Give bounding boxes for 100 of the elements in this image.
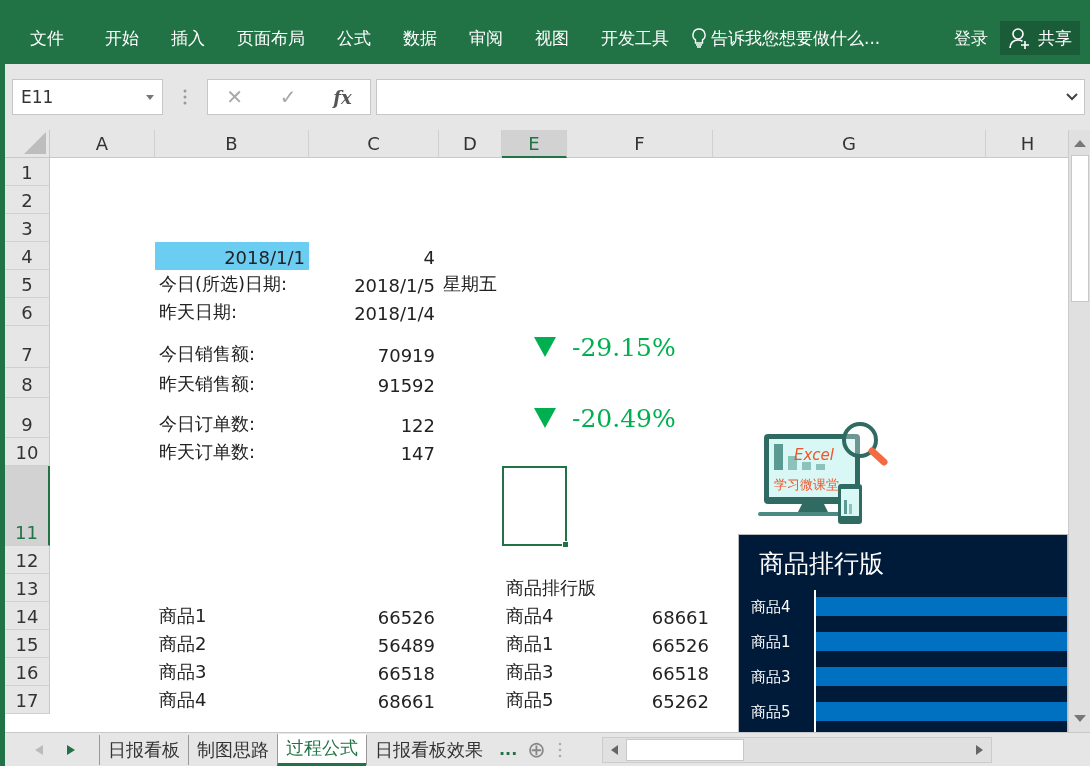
ribbon-tab[interactable]: 开发工具 (585, 18, 685, 58)
row-header[interactable]: 10 (5, 438, 50, 466)
column-header[interactable]: F (567, 130, 713, 158)
scroll-thumb[interactable] (1070, 155, 1089, 302)
table-cell: 商品1 (159, 604, 207, 628)
ribbon-tab[interactable]: 插入 (155, 18, 221, 58)
share-button[interactable]: 共享 (1000, 21, 1080, 55)
chart-title: 商品排行版 (759, 548, 885, 580)
person-add-icon (1008, 26, 1032, 50)
scroll-left-icon[interactable] (610, 744, 618, 755)
column-header[interactable]: D (439, 130, 502, 158)
column-header[interactable]: C (309, 130, 439, 158)
axis-label: 商品4 (751, 597, 792, 618)
row-header[interactable]: 14 (5, 602, 50, 630)
table-cell: 商品1 (506, 632, 554, 656)
table-cell: 122 (400, 415, 435, 436)
sheet-tab[interactable]: 过程公式 (277, 733, 366, 766)
row-header[interactable]: 17 (5, 686, 50, 714)
grip-icon (557, 741, 562, 758)
axis-label: 商品3 (751, 667, 792, 688)
next-sheet-icon[interactable] (67, 744, 75, 755)
row-header[interactable]: 1 (5, 158, 50, 186)
table-cell: 68661 (377, 691, 435, 712)
table-cell: 4 (423, 247, 435, 268)
table-cell: 65262 (651, 691, 709, 712)
table-cell: 昨天销售额: (159, 372, 256, 396)
column-header[interactable]: A (50, 130, 155, 158)
table-cell: 昨天日期: (159, 300, 238, 324)
ribbon-tab[interactable]: 审阅 (453, 18, 519, 58)
name-box[interactable]: E11 (12, 79, 163, 115)
row-header[interactable]: 15 (5, 630, 50, 658)
previous-sheet-icon[interactable] (35, 744, 43, 755)
column-header[interactable]: G (713, 130, 986, 158)
table-cell: 70919 (377, 345, 435, 366)
insert-function-button[interactable]: fx (333, 86, 352, 108)
table-cell: 2018/1/1 (155, 242, 309, 270)
table-cell: 商品3 (159, 660, 207, 684)
table-cell: 今日销售额: (159, 342, 256, 366)
sheet-tab[interactable]: 日报看板效果 (366, 734, 491, 765)
column-header[interactable]: B (155, 130, 309, 158)
table-cell: 66526 (651, 635, 709, 656)
table-cell: 星期五 (443, 272, 497, 296)
row-header[interactable]: 2 (5, 186, 50, 214)
vertical-scrollbar[interactable] (1068, 130, 1090, 732)
select-all-corner[interactable] (5, 130, 50, 158)
scroll-thumb[interactable] (625, 738, 744, 761)
formula-input[interactable] (376, 79, 1085, 115)
axis-label: 商品1 (751, 632, 792, 653)
fill-handle[interactable] (562, 541, 569, 548)
ribbon-tab[interactable]: 公式 (321, 18, 387, 58)
table-cell: 商品2 (159, 632, 207, 656)
row-header[interactable]: 4 (5, 242, 50, 270)
table-cell: 商品4 (159, 688, 207, 712)
tell-me-search[interactable]: 告诉我您想要做什么... (685, 26, 887, 50)
table-cell: 今日(所选)日期: (159, 272, 288, 296)
row-header[interactable]: 13 (5, 574, 50, 602)
column-header[interactable]: H (986, 130, 1070, 158)
row-header[interactable]: 6 (5, 298, 50, 326)
table-cell: 147 (400, 443, 435, 464)
sign-in-link[interactable]: 登录 (942, 26, 1000, 50)
dropdown-caret-icon (146, 94, 154, 100)
row-header[interactable]: 5 (5, 270, 50, 298)
table-cell: 2018/1/4 (354, 303, 435, 324)
expand-chevron-icon (1066, 93, 1078, 101)
table-cell: 66526 (377, 607, 435, 628)
row-header[interactable]: 3 (5, 214, 50, 242)
ribbon-tab[interactable]: 页面布局 (221, 18, 321, 58)
ribbon-tab[interactable]: 开始 (89, 18, 155, 58)
table-cell: 56489 (377, 635, 435, 656)
horizontal-scrollbar[interactable] (601, 736, 992, 763)
row-header[interactable]: 9 (5, 398, 50, 438)
more-sheets-button[interactable]: ... (499, 740, 518, 759)
row-header[interactable]: 12 (5, 546, 50, 574)
scroll-up-icon[interactable] (1073, 139, 1086, 147)
table-cell: 91592 (377, 375, 435, 396)
percent-change: -29.15% (572, 332, 676, 362)
table-cell: 昨天订单数: (159, 440, 256, 464)
scroll-down-icon[interactable] (1073, 715, 1086, 723)
row-header[interactable]: 8 (5, 368, 50, 398)
column-header[interactable]: E (502, 130, 567, 158)
percent-change: -20.49% (572, 403, 676, 433)
sheet-tab[interactable]: 日报看板 (99, 734, 188, 765)
scroll-right-icon[interactable] (975, 744, 983, 755)
table-cell: 66518 (651, 663, 709, 684)
ribbon-tab[interactable]: 数据 (387, 18, 453, 58)
row-header[interactable]: 7 (5, 326, 50, 368)
table-cell: 2018/1/5 (354, 275, 435, 296)
table-cell: 68661 (651, 607, 709, 628)
table-cell: 商品4 (506, 604, 554, 628)
lightbulb-icon (691, 28, 707, 48)
table-cell: 今日订单数: (159, 412, 256, 436)
logo-subtitle: 学习微课堂 (774, 477, 839, 492)
row-header[interactable]: 16 (5, 658, 50, 686)
ribbon-tab[interactable]: 视图 (519, 18, 585, 58)
ribbon-tab[interactable]: 文件 (15, 18, 89, 58)
table-cell: 商品3 (506, 660, 554, 684)
row-header[interactable]: 11 (5, 466, 50, 546)
grip-icon (183, 89, 187, 105)
table-cell: 66518 (377, 663, 435, 684)
corner-triangle-icon (24, 132, 46, 154)
